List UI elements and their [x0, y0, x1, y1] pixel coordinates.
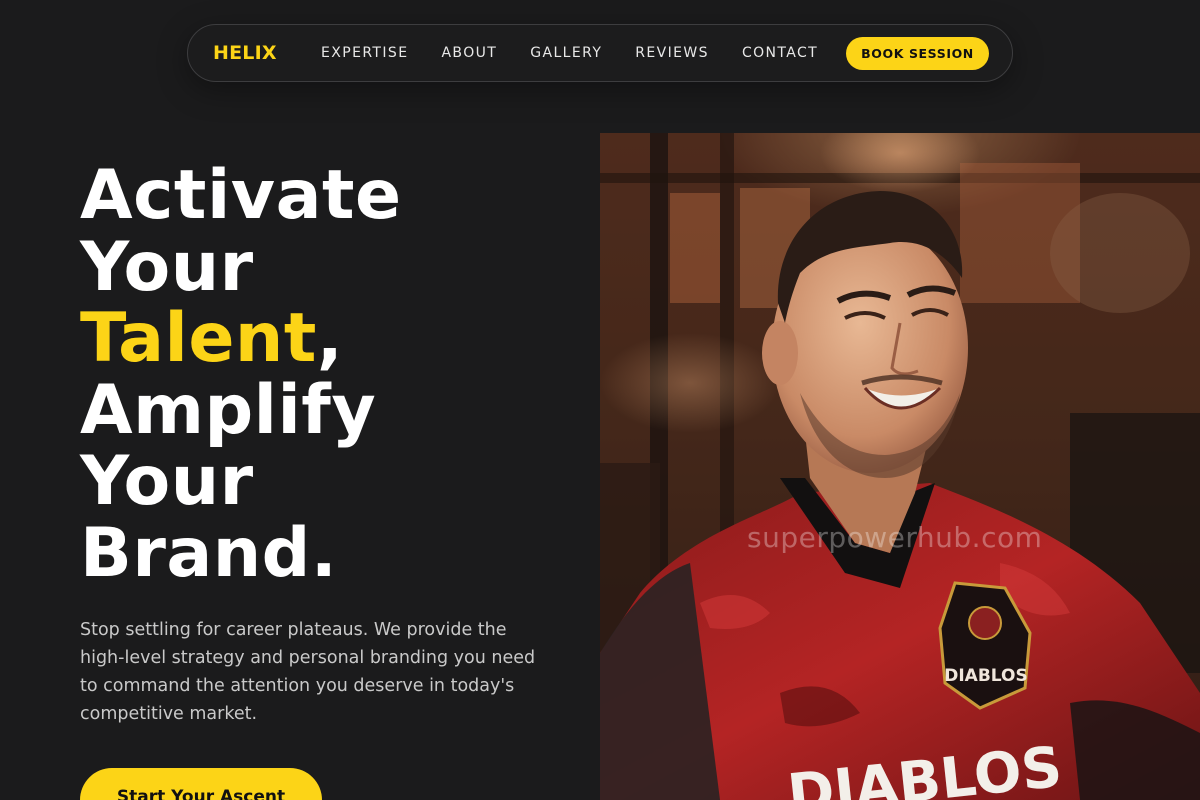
nav-link-reviews[interactable]: REVIEWS [635, 44, 709, 62]
headline-line-5: Your [80, 442, 254, 521]
nav-link-contact[interactable]: CONTACT [742, 44, 818, 62]
start-ascent-button[interactable]: Start Your Ascent [80, 768, 322, 800]
watermark-text: superpowerhub.com [747, 521, 1043, 554]
hero-headline: Activate Your Talent, Amplify Your Brand… [80, 160, 402, 589]
book-session-button[interactable]: BOOK SESSION [846, 37, 989, 70]
nav-links: EXPERTISE ABOUT GALLERY REVIEWS CONTACT [321, 44, 818, 62]
jersey-logo-text: DIABLOS [944, 666, 1027, 686]
headline-line-2: Your [80, 227, 254, 307]
hero-photo: DIABLOS DIABLOS superpowerhub.com [600, 133, 1200, 800]
hero-description: Stop settling for career plateaus. We pr… [80, 620, 536, 724]
main-nav: HELIX EXPERTISE ABOUT GALLERY REVIEWS CO… [187, 24, 1013, 82]
landing-page: HELIX EXPERTISE ABOUT GALLERY REVIEWS CO… [0, 0, 1200, 800]
portrait-illustration: DIABLOS DIABLOS [600, 133, 1200, 800]
nav-link-gallery[interactable]: GALLERY [530, 44, 602, 62]
headline-line-6: Brand. [80, 513, 338, 593]
headline-line-1: Activate [80, 156, 402, 235]
headline-highlight: Talent [80, 299, 317, 378]
nav-link-about[interactable]: ABOUT [441, 44, 497, 62]
headline-line-4: Amplify [80, 370, 377, 450]
nav-link-expertise[interactable]: EXPERTISE [321, 44, 408, 62]
brand-logo[interactable]: HELIX [213, 41, 277, 65]
headline-comma: , [316, 299, 344, 378]
headline-line-3: Talent, [80, 303, 402, 375]
